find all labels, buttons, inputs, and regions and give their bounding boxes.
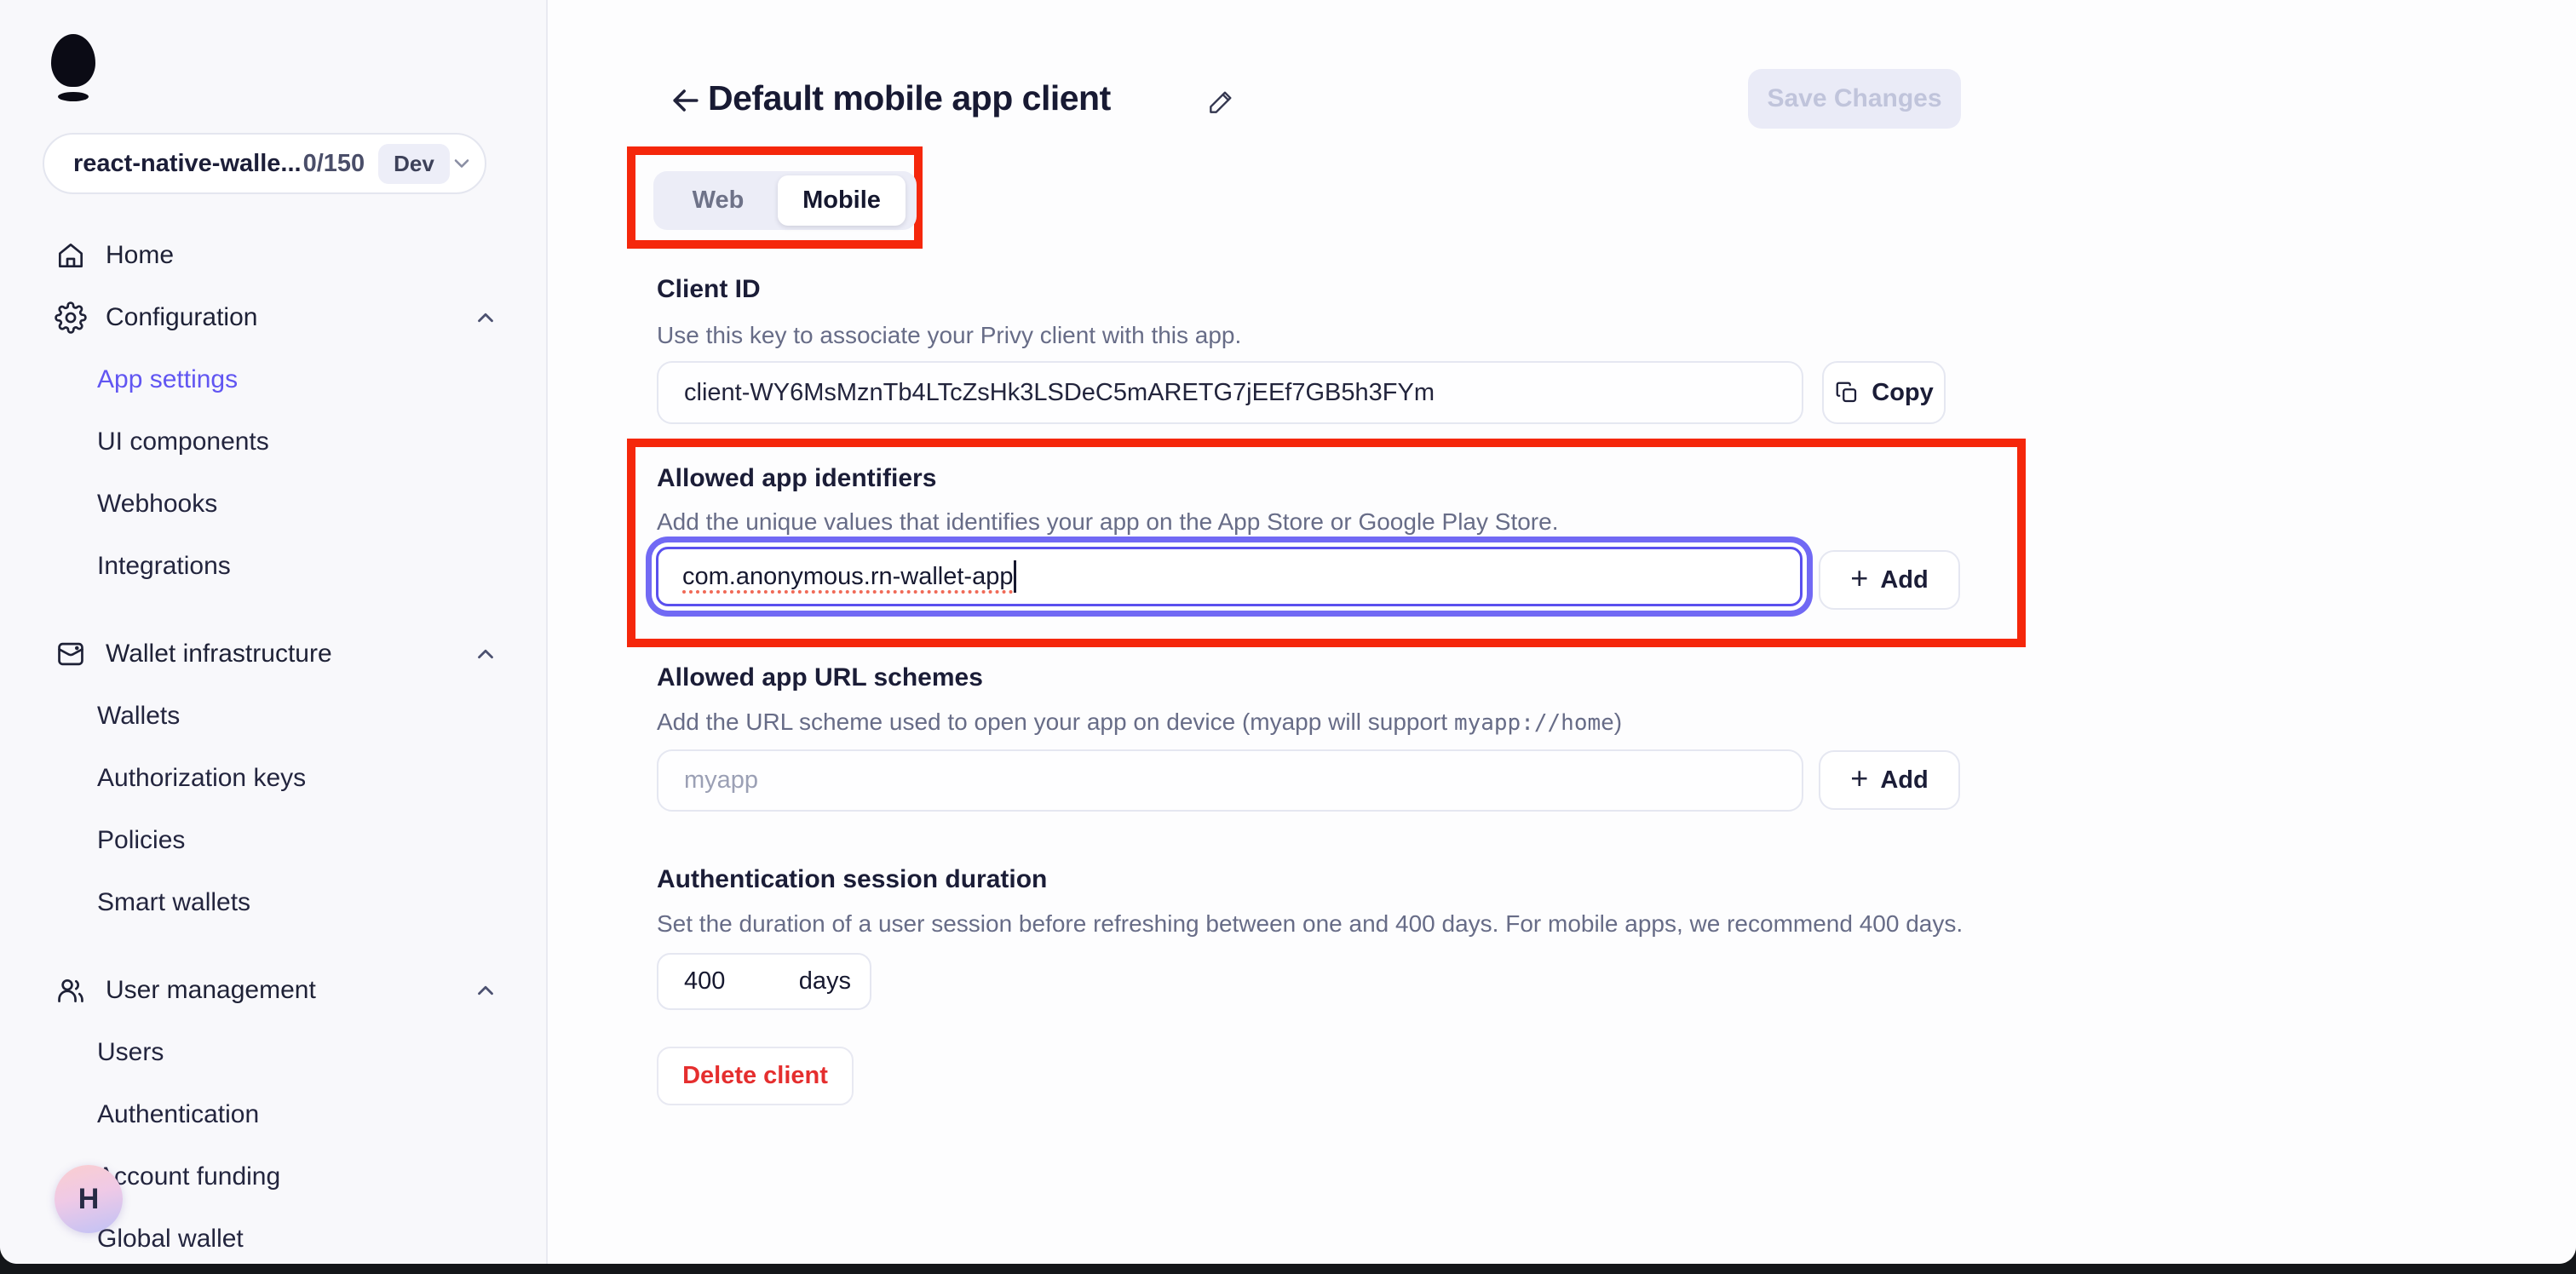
chevron-down-icon [450,152,474,175]
delete-client-button[interactable]: Delete client [657,1047,854,1105]
sidebar-item-label: Account funding [97,1162,280,1191]
sidebar-item-authentication[interactable]: Authentication [0,1083,546,1145]
add-identifier-button[interactable]: + Add [1819,550,1960,610]
sidebar-item-label: Integrations [97,552,231,581]
app-identifier-input[interactable]: com.anonymous.rn-wallet-app [656,547,1803,606]
sidebar-item-user-management[interactable]: User management [0,959,546,1021]
add-url-scheme-button[interactable]: + Add [1819,750,1960,810]
chevron-up-icon [473,305,498,330]
app-identifier-value: com.anonymous.rn-wallet-app [682,563,1013,591]
user-avatar[interactable]: H [55,1165,123,1233]
sidebar-item-label: Users [97,1038,164,1067]
avatar-initial: H [78,1183,100,1216]
annotation-box-toggle: Web Mobile [627,146,923,249]
sidebar-item-label: Wallet infrastructure [106,640,332,669]
sidebar-item-label: Global wallet [97,1225,244,1254]
project-name: react-native-walle... [73,150,302,178]
sidebar-nav: Home Configuration App settings UI compo… [0,224,546,1264]
url-schemes-description: Add the URL scheme used to open your app… [657,709,1622,736]
session-duration-label: Authentication session duration [657,865,1047,894]
toggle-option-mobile[interactable]: Mobile [778,175,906,226]
sidebar-item-policies[interactable]: Policies [0,809,546,871]
sidebar-item-users[interactable]: Users [0,1021,546,1083]
sidebar-item-label: Configuration [106,303,257,332]
platform-toggle: Web Mobile [653,171,917,230]
session-duration-unit: days [799,967,851,996]
sidebar: react-native-walle... 0/150 Dev Home Con… [0,0,548,1264]
text-caret [1014,560,1016,593]
save-changes-button[interactable]: Save Changes [1748,69,1961,129]
back-button[interactable] [667,82,704,119]
sidebar-item-label: Smart wallets [97,888,250,917]
page-title: Default mobile app client [708,78,1111,118]
gear-icon [55,301,87,334]
edit-pencil-icon[interactable] [1205,85,1238,118]
sidebar-item-label: Wallets [97,702,180,731]
copy-icon [1834,380,1860,405]
copy-button-label: Copy [1872,379,1934,407]
sidebar-item-label: Home [106,241,174,270]
annotation-box-app-identifiers: Allowed app identifiers Add the unique v… [627,439,2026,647]
client-id-input[interactable] [657,361,1803,424]
client-id-description: Use this key to associate your Privy cli… [657,322,1241,349]
sidebar-item-webhooks[interactable]: Webhooks [0,473,546,535]
chevron-up-icon [473,978,498,1003]
chevron-up-icon [473,641,498,667]
plus-icon: + [1850,563,1868,594]
session-duration-description: Set the duration of a user session befor… [657,910,1963,938]
sidebar-item-wallet-infrastructure[interactable]: Wallet infrastructure [0,623,546,685]
app-identifiers-description: Add the unique values that identifies yo… [657,508,1558,536]
add-button-label: Add [1880,566,1928,594]
sidebar-item-label: User management [106,976,316,1005]
env-badge: Dev [378,144,450,184]
sidebar-item-app-settings[interactable]: App settings [0,348,546,410]
sidebar-item-wallets[interactable]: Wallets [0,685,546,747]
copy-button[interactable]: Copy [1822,361,1946,424]
project-selector[interactable]: react-native-walle... 0/150 Dev [43,133,486,194]
session-duration-value: 400 [684,967,725,996]
sidebar-item-configuration[interactable]: Configuration [0,286,546,348]
url-schemes-label: Allowed app URL schemes [657,663,983,692]
sidebar-item-label: Webhooks [97,490,217,519]
app-window: react-native-walle... 0/150 Dev Home Con… [0,0,2576,1264]
app-identifiers-label: Allowed app identifiers [657,464,936,493]
sidebar-item-integrations[interactable]: Integrations [0,535,546,597]
sidebar-item-home[interactable]: Home [0,224,546,286]
wallet-icon [55,638,87,670]
sidebar-item-smart-wallets[interactable]: Smart wallets [0,871,546,933]
sidebar-item-label: Policies [97,826,185,855]
toggle-option-web[interactable]: Web [658,175,778,226]
session-duration-input[interactable]: 400 days [657,953,871,1010]
sidebar-item-authorization-keys[interactable]: Authorization keys [0,747,546,809]
plus-icon: + [1850,763,1868,794]
client-id-label: Client ID [657,275,761,304]
users-icon [55,974,87,1007]
project-usage: 0/150 [303,150,365,178]
privy-logo-icon [49,34,101,106]
main-content: Default mobile app client Save Changes W… [548,0,2576,1264]
url-scheme-code: myapp://home [1454,710,1614,736]
sidebar-item-label: Authentication [97,1100,259,1129]
sidebar-item-label: Authorization keys [97,764,306,793]
url-scheme-input[interactable] [657,749,1803,812]
sidebar-item-ui-components[interactable]: UI components [0,410,546,473]
home-icon [55,239,87,272]
add-button-label: Add [1880,766,1928,795]
sidebar-item-label: UI components [97,428,269,456]
sidebar-item-label: App settings [97,365,238,394]
